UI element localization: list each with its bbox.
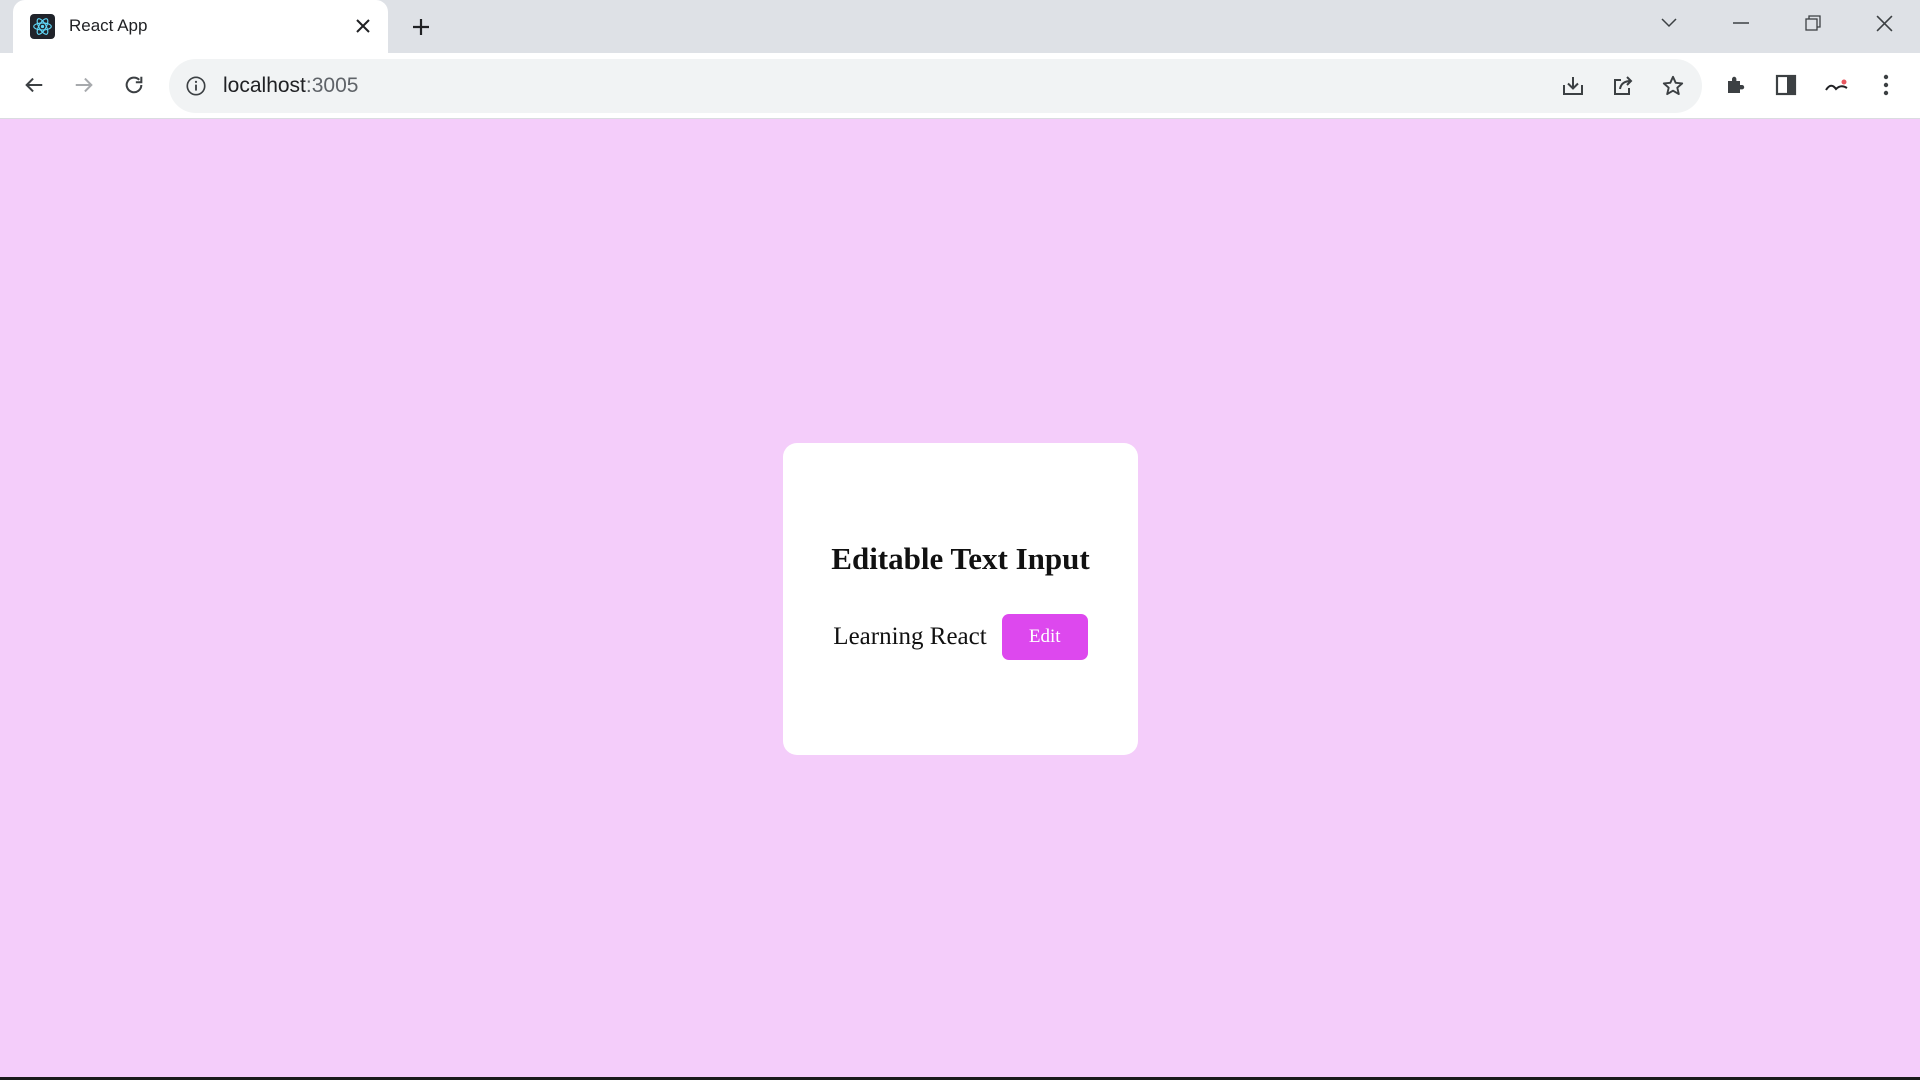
restore-icon[interactable] bbox=[1793, 8, 1833, 38]
plus-icon[interactable] bbox=[406, 12, 436, 42]
tab-react-app[interactable]: React App bbox=[13, 0, 388, 53]
url-host: localhost bbox=[223, 74, 306, 97]
editable-text-card: Editable Text Input Learning React Edit bbox=[783, 443, 1138, 755]
chevron-down-icon[interactable] bbox=[1649, 8, 1689, 38]
url-port: :3005 bbox=[305, 74, 359, 97]
editable-text: Learning React bbox=[833, 623, 987, 650]
puzzle-icon[interactable] bbox=[1719, 68, 1753, 102]
tab-bar: React App bbox=[0, 0, 1920, 53]
window-close-icon[interactable] bbox=[1864, 8, 1904, 38]
react-favicon-icon bbox=[30, 14, 55, 39]
info-icon[interactable] bbox=[183, 73, 209, 99]
profile-icon[interactable] bbox=[1820, 68, 1854, 102]
edit-button[interactable]: Edit bbox=[1001, 614, 1088, 660]
back-arrow-icon[interactable] bbox=[16, 67, 52, 103]
side-panel-icon[interactable] bbox=[1769, 68, 1803, 102]
text-row: Learning React Edit bbox=[783, 614, 1138, 660]
forward-arrow-icon[interactable] bbox=[66, 67, 102, 103]
minimize-icon[interactable] bbox=[1721, 8, 1761, 38]
tab-title: React App bbox=[69, 16, 148, 35]
reload-icon[interactable] bbox=[116, 67, 152, 103]
close-icon[interactable] bbox=[351, 14, 375, 38]
download-icon[interactable] bbox=[1558, 71, 1588, 101]
star-icon[interactable] bbox=[1658, 71, 1688, 101]
url-text[interactable]: localhost:3005 bbox=[223, 74, 358, 98]
kebab-menu-icon[interactable] bbox=[1869, 68, 1903, 102]
card-title: Editable Text Input bbox=[831, 541, 1090, 576]
share-icon[interactable] bbox=[1608, 71, 1638, 101]
browser-toolbar: localhost:3005 bbox=[0, 53, 1920, 119]
address-bar[interactable]: localhost:3005 bbox=[169, 59, 1702, 113]
